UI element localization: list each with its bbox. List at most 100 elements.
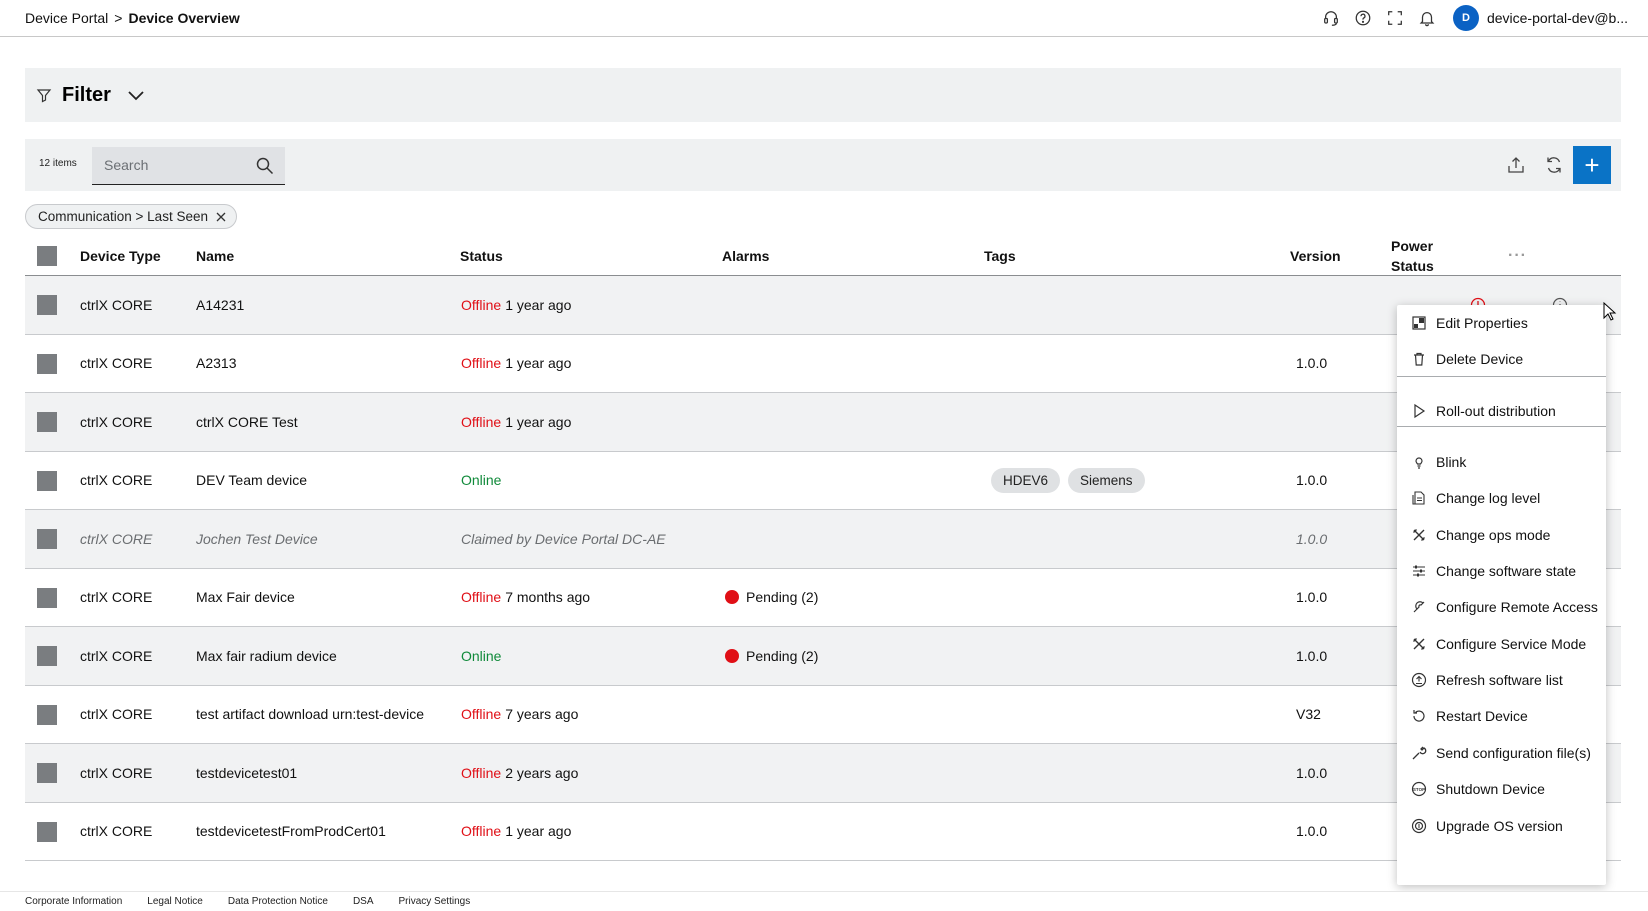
remote-icon <box>1411 599 1427 615</box>
cell-name[interactable]: Jochen Test Device <box>196 510 318 568</box>
help-icon[interactable] <box>1347 0 1379 36</box>
status-offline: Offline <box>461 706 502 723</box>
menu-item-change-log-level[interactable]: Change log level <box>1397 480 1606 516</box>
log-icon <box>1411 490 1427 506</box>
table-row[interactable]: ctrlX CORE DEV Team device Online HDEV6 Siem… <box>25 452 1621 510</box>
row-checkbox[interactable] <box>37 295 57 315</box>
menu-item-configure-remote-access[interactable]: Configure Remote Access <box>1397 589 1606 625</box>
footer-link-data-protection[interactable]: Data Protection Notice <box>228 896 328 907</box>
fullscreen-icon[interactable] <box>1379 0 1411 36</box>
row-checkbox[interactable] <box>37 646 57 666</box>
tools-icon <box>1411 527 1427 543</box>
cell-name[interactable]: Max Fair device <box>196 569 295 627</box>
chevron-down-icon[interactable] <box>125 84 147 106</box>
menu-item-change-ops-mode[interactable]: Change ops mode <box>1397 517 1606 553</box>
cell-status: Offline 1 year ago <box>461 335 571 393</box>
tag-badge[interactable]: HDEV6 <box>991 467 1061 493</box>
cell-alarms[interactable]: Pending (2) <box>725 569 818 627</box>
table-row[interactable]: ctrlX CORE A2313 Offline 1 year ago 1.0.0 <box>25 335 1621 393</box>
add-device-button[interactable]: + <box>1573 146 1611 184</box>
headset-icon[interactable] <box>1315 0 1347 36</box>
row-checkbox[interactable] <box>37 470 57 491</box>
cell-name[interactable]: ctrlX CORE Test <box>196 393 298 451</box>
cell-name[interactable]: test artifact download urn:test-device <box>196 686 424 744</box>
table-row[interactable]: ctrlX CORE testdevicetestFromProdCert01 Of… <box>25 803 1621 861</box>
column-header-alarms[interactable]: Alarms <box>722 236 769 276</box>
menu-item-restart-device[interactable]: Restart Device <box>1397 698 1606 734</box>
footer-link-corporate[interactable]: Corporate Information <box>25 896 122 907</box>
breadcrumb-root-link[interactable]: Device Portal <box>25 10 108 26</box>
table-row[interactable]: ctrlX CORE Max Fair device Offline 7 months… <box>25 569 1621 627</box>
row-checkbox[interactable] <box>37 412 57 432</box>
breadcrumb: Device Portal > Device Overview <box>25 10 240 26</box>
cell-name[interactable]: A2313 <box>196 335 236 393</box>
column-header-tags[interactable]: Tags <box>984 236 1016 276</box>
cell-version: V32 <box>1296 706 1321 723</box>
table-body: ctrlX CORE A14231 Offline 1 year ago ctrlX C… <box>25 276 1621 861</box>
table-row[interactable]: ctrlX CORE test artifact download urn:tes… <box>25 686 1621 744</box>
menu-item-blink[interactable]: Blink <box>1397 444 1606 480</box>
bell-icon[interactable] <box>1411 0 1443 36</box>
column-header-name[interactable]: Name <box>196 236 234 276</box>
user-menu[interactable]: D device-portal-dev@b... <box>1452 5 1628 31</box>
table-row[interactable]: ctrlX CORE A14231 Offline 1 year ago <box>25 276 1621 335</box>
column-header-version[interactable]: Version <box>1290 236 1341 276</box>
refresh-button[interactable] <box>1535 146 1573 184</box>
sliders-icon <box>1411 563 1427 579</box>
menu-item-shutdown-device[interactable]: STOP Shutdown Device <box>1397 771 1606 807</box>
table-row[interactable]: ctrlX CORE ctrlX CORE Test Offline 1 year a… <box>25 393 1621 452</box>
menu-item-configure-service-mode[interactable]: Configure Service Mode <box>1397 626 1606 662</box>
select-all-checkbox[interactable] <box>37 246 57 266</box>
row-checkbox[interactable] <box>37 353 57 374</box>
cell-name[interactable]: testdevicetest01 <box>196 744 297 802</box>
table-row[interactable]: ctrlX CORE testdevicetest01 Offline 2 years… <box>25 744 1621 803</box>
column-header-status[interactable]: Status <box>460 236 503 276</box>
cell-name[interactable]: A14231 <box>196 276 244 334</box>
menu-item-label: Upgrade OS version <box>1436 818 1563 834</box>
cell-name[interactable]: Max fair radium device <box>196 627 337 685</box>
footer-link-legal[interactable]: Legal Notice <box>147 896 203 907</box>
cell-status: Online <box>461 627 501 685</box>
cell-version: 1.0.0 <box>1296 472 1328 489</box>
row-checkbox[interactable] <box>37 763 57 783</box>
cell-status: Online <box>461 452 501 510</box>
row-checkbox[interactable] <box>37 821 57 842</box>
table-row[interactable]: ctrlX CORE Max fair radium device Online Pe… <box>25 627 1621 686</box>
restart-icon <box>1411 708 1427 724</box>
menu-item-roll-out-distribution[interactable]: Roll-out distribution <box>1397 393 1606 429</box>
tag-badge[interactable]: Siemens <box>1068 467 1145 493</box>
bulb-icon <box>1411 454 1427 470</box>
menu-item-edit-properties[interactable]: Edit Properties <box>1397 305 1606 341</box>
cell-device-type: ctrlX CORE <box>80 530 153 547</box>
menu-item-delete-device[interactable]: Delete Device <box>1397 341 1606 377</box>
menu-item-change-software-state[interactable]: Change software state <box>1397 553 1606 589</box>
cell-device-type: ctrlX CORE <box>80 413 153 430</box>
cell-device-type: ctrlX CORE <box>80 706 153 723</box>
search-input[interactable] <box>92 147 242 183</box>
search-icon[interactable] <box>255 156 275 176</box>
cell-device-type: ctrlX CORE <box>80 823 153 840</box>
footer-link-privacy[interactable]: Privacy Settings <box>399 896 471 907</box>
row-checkbox[interactable] <box>37 529 57 549</box>
column-options-button[interactable]: ··· <box>1508 236 1527 276</box>
column-header-power-status[interactable]: Power Status <box>1391 236 1441 276</box>
row-checkbox[interactable] <box>37 587 57 608</box>
cell-name[interactable]: testdevicetestFromProdCert01 <box>196 803 386 861</box>
menu-item-upgrade-os-version[interactable]: Upgrade OS version <box>1397 808 1606 844</box>
table-row[interactable]: ctrlX CORE Jochen Test Device Claimed by D… <box>25 510 1621 569</box>
cell-alarms[interactable]: Pending (2) <box>725 627 818 685</box>
column-header-device-type[interactable]: Device Type <box>80 236 161 276</box>
menu-item-send-configuration-file-s[interactable]: Send configuration file(s) <box>1397 735 1606 771</box>
menu-item-label: Change log level <box>1436 490 1541 506</box>
filter-panel[interactable]: Filter <box>25 68 1621 122</box>
table-header: Device Type Name Status Alarms Tags Vers… <box>25 236 1621 276</box>
status-offline: Offline <box>461 823 502 840</box>
export-button[interactable] <box>1497 146 1535 184</box>
cell-name[interactable]: DEV Team device <box>196 452 307 510</box>
footer-link-dsa[interactable]: DSA <box>353 896 374 907</box>
row-checkbox[interactable] <box>37 704 57 725</box>
menu-item-refresh-software-list[interactable]: Refresh software list <box>1397 662 1606 698</box>
search-box <box>92 147 285 185</box>
close-icon[interactable] <box>216 212 226 222</box>
filter-icon <box>36 89 52 103</box>
